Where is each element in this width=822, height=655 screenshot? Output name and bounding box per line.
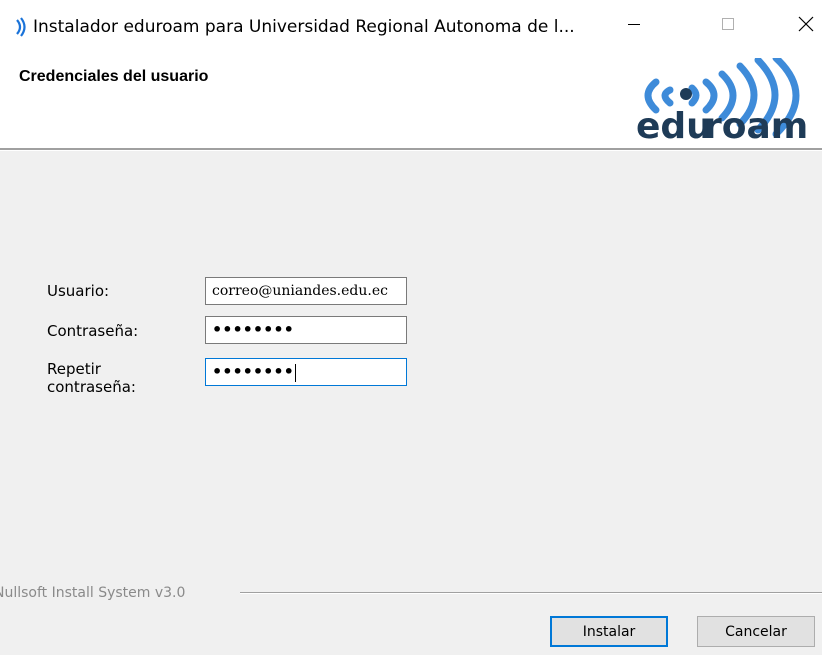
maximize-icon [722, 18, 734, 30]
password-input[interactable]: •••••••• [205, 316, 407, 344]
repeat-password-value: •••••••• [212, 362, 294, 381]
password-value: •••••••• [212, 320, 294, 339]
password-label: Contraseña: [47, 322, 139, 340]
branding-line: Nullsoft Install System v3.0 [0, 584, 185, 602]
branding-separator [240, 592, 822, 594]
text-caret [294, 363, 296, 382]
install-button[interactable]: Instalar [550, 616, 668, 647]
username-input[interactable]: correo@uniandes.edu.ec [205, 277, 407, 305]
logo-text-edu: edu [636, 106, 712, 142]
eduroam-logo: edu roam [636, 58, 808, 142]
cancel-button[interactable]: Cancelar [697, 616, 815, 647]
repeat-password-label-line2: contraseña: [47, 378, 136, 396]
title-bar: Instalador eduroam para Universidad Regi… [0, 0, 822, 48]
credentials-panel: Usuario: correo@uniandes.edu.ec Contrase… [0, 151, 822, 655]
repeat-password-input[interactable]: •••••••• [205, 358, 407, 386]
close-icon [798, 16, 814, 32]
minimize-button[interactable] [612, 4, 656, 44]
close-button[interactable] [784, 4, 822, 44]
eduroam-app-icon [16, 17, 26, 37]
maximize-button[interactable] [706, 4, 750, 44]
logo-text-roam: roam [704, 106, 808, 142]
wizard-header: Credenciales del usuario edu roam [0, 48, 822, 148]
page-title: Credenciales del usuario [19, 68, 209, 85]
minimize-icon [628, 24, 640, 25]
window-title: Instalador eduroam para Universidad Regi… [33, 17, 575, 37]
username-label: Usuario: [47, 282, 110, 300]
branding-text: Nullsoft Install System v3.0 [0, 585, 186, 601]
repeat-password-label-line1: Repetir [47, 360, 101, 378]
username-value: correo@uniandes.edu.ec [212, 283, 388, 299]
